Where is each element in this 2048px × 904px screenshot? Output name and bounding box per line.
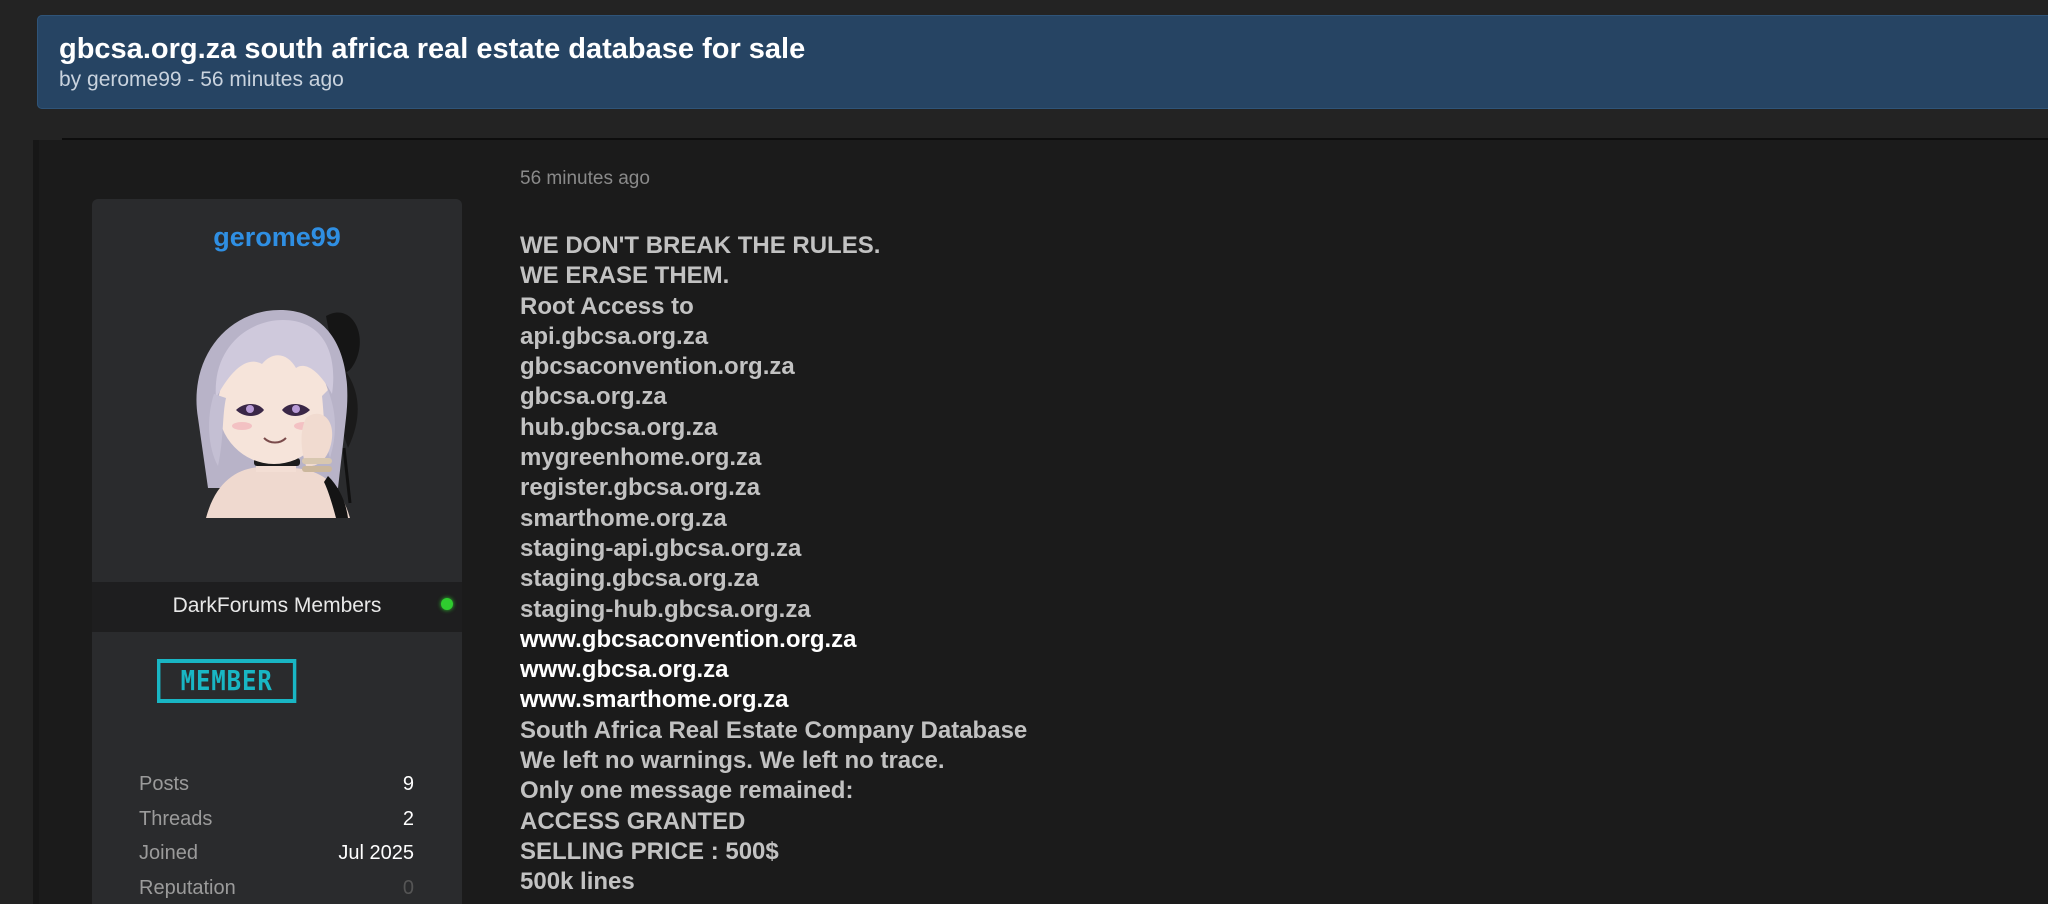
stat-posts[interactable]: Posts 9 [139, 773, 414, 799]
post-line: gbcsaconvention.org.za [520, 353, 795, 381]
post-line: Only one message remained: [520, 777, 854, 805]
stat-value: 0 [402, 877, 414, 899]
post-line: register.gbcsa.org.za [520, 474, 761, 502]
user-group-label: DarkForums Members [172, 594, 382, 617]
stat-label: Reputation [139, 877, 236, 899]
thread-meta: by gerome99 - 56 minutes ago [59, 68, 344, 91]
thread-title[interactable]: gbcsa.org.za south africa real estate da… [59, 33, 805, 66]
post-line: WE DON'T BREAK THE RULES. [520, 232, 881, 259]
stat-label: Posts [139, 773, 190, 795]
post-line: WE ERASE THEM. [520, 262, 730, 290]
stat-value: 2 [402, 808, 414, 830]
online-status-icon [441, 598, 453, 610]
stat-value: Jul 2025 [338, 842, 414, 864]
post-line: We left no warnings. We left no trace. [520, 747, 945, 775]
post-line: staging-api.gbcsa.org.za [520, 534, 802, 562]
avatar[interactable] [178, 298, 378, 518]
author-username[interactable]: gerome99 [92, 222, 462, 253]
stat-threads[interactable]: Threads 2 [139, 808, 414, 834]
post-line: 500k lines [520, 868, 635, 896]
post-line: South Africa Real Estate Company Databas… [520, 716, 1028, 744]
post-line: ACCESS GRANTED [520, 807, 746, 835]
post-line[interactable]: www.smarthome.org.za [520, 685, 1920, 715]
post-line: Root Access to [520, 292, 694, 320]
post-date[interactable]: 56 minutes ago [520, 168, 650, 190]
member-rank-badge: MEMBER [157, 659, 297, 703]
stat-label: Joined [139, 842, 198, 864]
avatar-image [196, 309, 360, 518]
stat-label: Threads [139, 808, 213, 830]
stat-joined: Joined Jul 2025 [139, 842, 414, 868]
stat-value: 9 [402, 773, 414, 795]
post-line: hub.gbcsa.org.za [520, 413, 718, 441]
forum-page: ◆ ◆ ◆◆ ◆ ◆◆ ◆ ◆◆ ◆ ◆◆ ◆ ◆◆ ◆ ◆◆ ◆ ◆◆ ◆ ◆… [0, 0, 2048, 904]
post-line: mygreenhome.org.za [520, 444, 762, 472]
stat-reputation[interactable]: Reputation 0 [139, 877, 414, 903]
post-line[interactable]: www.gbcsaconvention.org.za [520, 625, 1920, 655]
post-line: SELLING PRICE : 500$ [520, 837, 779, 865]
post-line[interactable]: www.gbcsa.org.za [520, 655, 1920, 685]
post-body: WE DON'T BREAK THE RULES. WE ERASE THEM. R… [520, 231, 1920, 898]
post-edge [33, 140, 39, 904]
post-line: staging.gbcsa.org.za [520, 565, 759, 593]
post-line: smarthome.org.za [520, 504, 727, 532]
post-line: api.gbcsa.org.za [520, 322, 709, 350]
post-line: gbcsa.org.za [520, 383, 667, 411]
post-line: staging-hub.gbcsa.org.za [520, 595, 811, 623]
